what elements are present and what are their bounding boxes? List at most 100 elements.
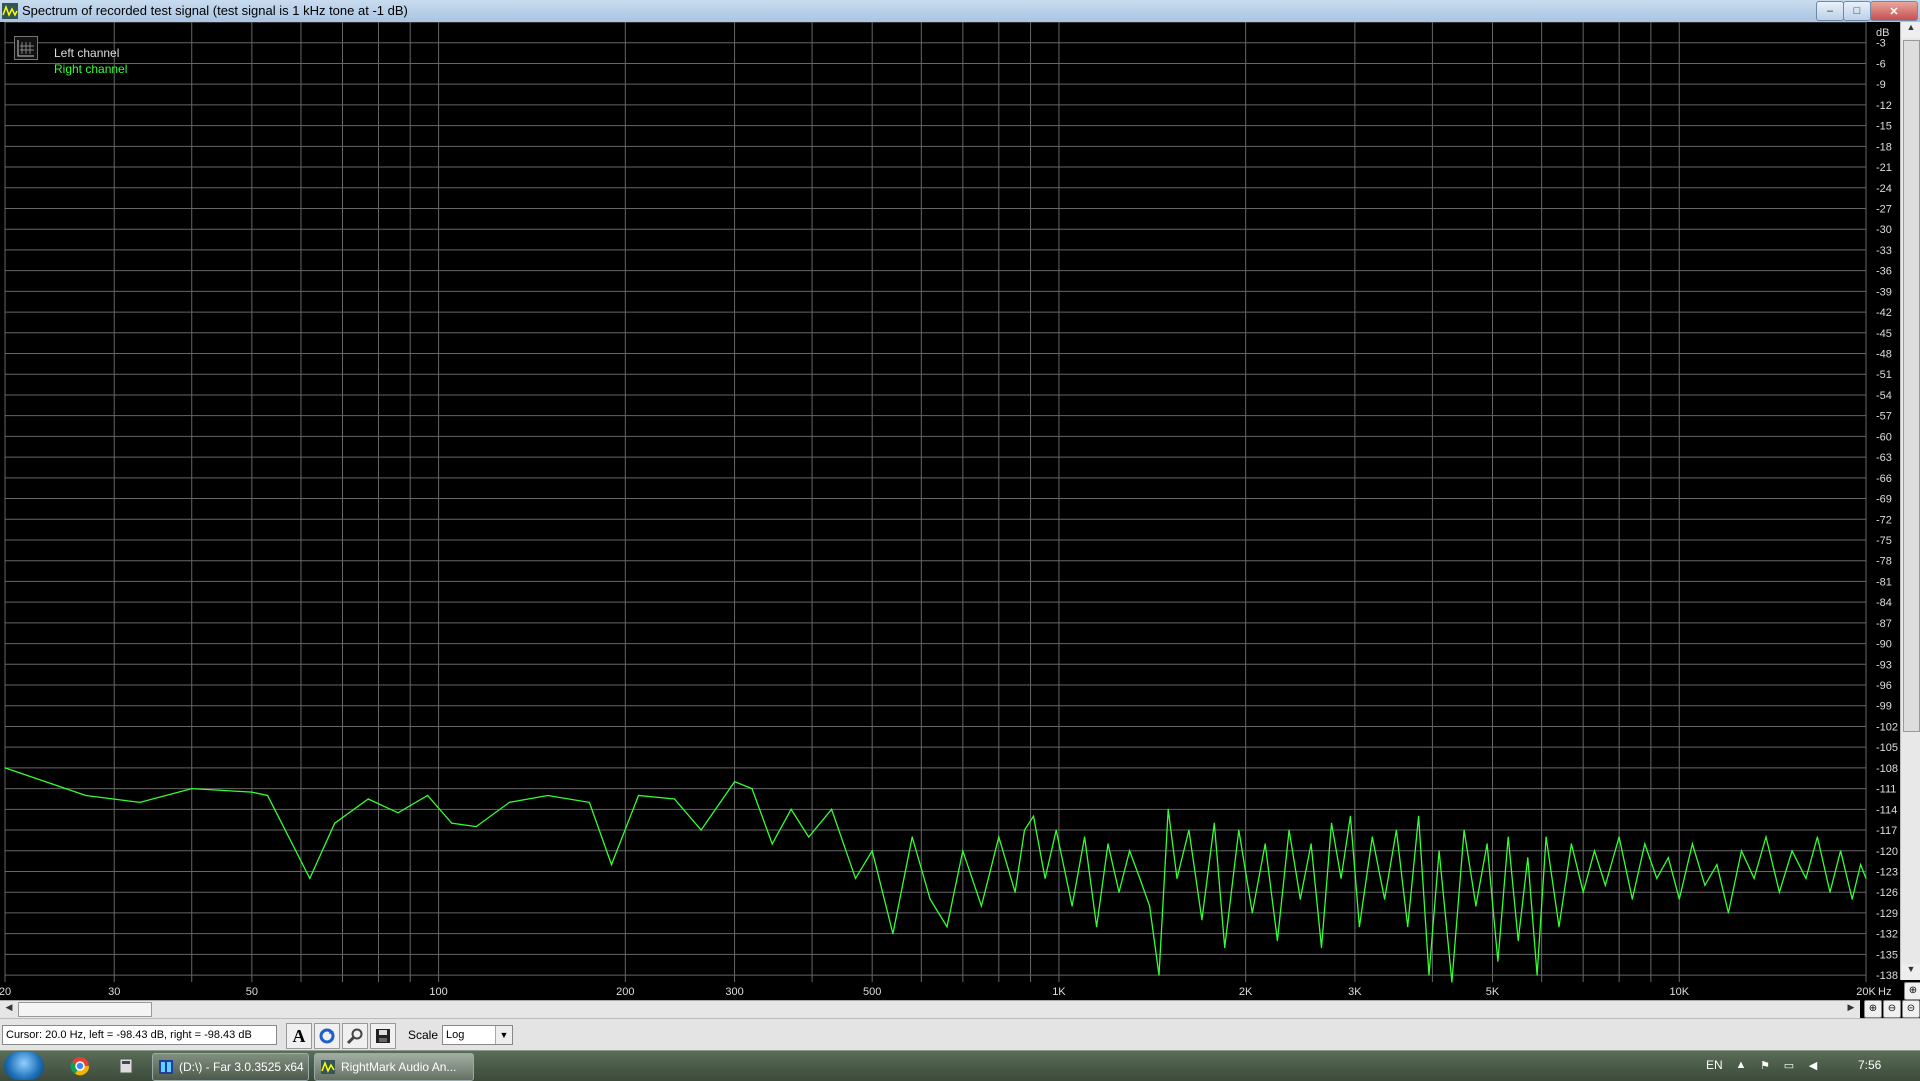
close-button[interactable]: ✕: [1870, 1, 1918, 21]
data-point: [1418, 815, 1420, 817]
magnifier-icon[interactable]: [342, 1023, 368, 1049]
y-tick-label: -93: [1876, 659, 1892, 671]
horizontal-scrollbar[interactable]: ◀ ▶: [0, 1000, 1860, 1018]
font-icon[interactable]: A: [286, 1023, 312, 1049]
taskbar: (D:\) - Far 3.0.3525 x64 RightMark Audio…: [0, 1050, 1920, 1081]
data-point: [475, 826, 477, 828]
data-point: [1631, 898, 1633, 900]
data-point: [1371, 836, 1373, 838]
zoom-in-icon[interactable]: ⊕: [1864, 1000, 1882, 1018]
data-point: [1310, 843, 1312, 845]
data-point: [1238, 829, 1240, 831]
y-tick-label: -63: [1876, 452, 1892, 464]
calculator-icon[interactable]: [116, 1056, 136, 1076]
x-tick-label: 2K: [1239, 986, 1253, 998]
vertical-scrollbar[interactable]: ▲ ▼: [1900, 22, 1920, 980]
data-point: [1276, 940, 1278, 942]
y-tick-label: -27: [1876, 203, 1892, 215]
y-tick-label: -129: [1876, 908, 1898, 920]
zoom-y-icon[interactable]: ⊕: [1904, 982, 1920, 1000]
save-icon[interactable]: [370, 1023, 396, 1049]
data-point: [1486, 843, 1488, 845]
data-point: [1497, 960, 1499, 962]
y-tick-label: -105: [1876, 742, 1898, 754]
data-point: [1264, 843, 1266, 845]
language-indicator[interactable]: EN: [1706, 1058, 1723, 1072]
y-tick-label: -72: [1876, 514, 1892, 526]
data-point: [1428, 974, 1430, 976]
taskbar-item-label: (D:\) - Far 3.0.3525 x64: [179, 1060, 304, 1074]
data-point: [1188, 829, 1190, 831]
data-point: [1582, 891, 1584, 893]
zoom-out-icon[interactable]: ⊖: [1883, 1000, 1901, 1018]
refresh-icon[interactable]: [314, 1023, 340, 1049]
vertical-scroll-thumb[interactable]: [1903, 40, 1920, 732]
data-point: [1084, 836, 1086, 838]
scroll-left-arrow-icon[interactable]: ◀: [2, 1002, 16, 1017]
data-point: [1860, 864, 1862, 866]
y-tick-label: -51: [1876, 369, 1892, 381]
data-point: [1320, 946, 1323, 949]
y-tick-label: -48: [1876, 349, 1892, 361]
network-icon[interactable]: ▭: [1782, 1059, 1796, 1073]
start-button[interactable]: [4, 1052, 44, 1080]
chrome-icon[interactable]: [70, 1056, 90, 1076]
spectrum-chart: -3 -6 -9 -12 -15 -18 -21 -24 -27 -30 -33 -36 -39 -42 -…: [0, 22, 1898, 998]
minimize-button[interactable]: –: [1816, 1, 1844, 21]
y-tick-label: -108: [1876, 763, 1898, 775]
zoom-reset-icon[interactable]: ⊝: [1902, 1000, 1920, 1018]
clock[interactable]: 7:56: [1858, 1058, 1881, 1072]
chevron-down-icon[interactable]: ▼: [495, 1026, 512, 1044]
data-point: [1517, 940, 1519, 942]
taskbar-item-far[interactable]: (D:\) - Far 3.0.3525 x64: [152, 1053, 309, 1081]
x-tick-label: 5K: [1486, 986, 1500, 998]
data-point: [1536, 974, 1538, 976]
data-point: [610, 864, 613, 866]
data-point: [1805, 877, 1807, 880]
data-point: [1644, 843, 1646, 845]
data-point: [1032, 815, 1035, 817]
x-tick-label: 500: [863, 986, 881, 998]
y-tick-label: -15: [1876, 121, 1892, 133]
y-tick-label: -24: [1876, 183, 1892, 195]
scroll-up-arrow-icon[interactable]: ▲: [1901, 22, 1920, 38]
data-point: [1716, 864, 1718, 866]
horizontal-scroll-thumb[interactable]: [18, 1002, 152, 1017]
chart-grid-icon[interactable]: [14, 36, 38, 60]
data-point: [1213, 822, 1215, 824]
data-point: [4, 767, 6, 769]
legend-right-channel: Right channel: [54, 62, 128, 76]
volume-icon[interactable]: ◀: [1806, 1059, 1820, 1073]
scroll-down-arrow-icon[interactable]: ▼: [1901, 964, 1920, 980]
data-point: [451, 822, 453, 824]
scroll-right-arrow-icon[interactable]: ▶: [1844, 1002, 1858, 1017]
data-point: [1167, 808, 1169, 810]
data-point: [1107, 843, 1109, 845]
y-tick-label: -45: [1876, 328, 1892, 340]
data-point: [1851, 898, 1853, 900]
data-point: [929, 898, 931, 900]
data-point: [998, 836, 1000, 838]
action-center-flag-icon[interactable]: ⚑: [1758, 1059, 1772, 1073]
taskbar-item-rightmark[interactable]: RightMark Audio An...: [314, 1053, 474, 1081]
data-point: [1753, 877, 1755, 880]
data-point: [1570, 843, 1572, 845]
y-tick-label: -6: [1876, 58, 1886, 70]
scale-select[interactable]: Log ▼: [442, 1025, 513, 1045]
x-tick-label: 100: [429, 986, 447, 998]
y-tick-label: -90: [1876, 639, 1892, 651]
data-point: [1545, 836, 1547, 838]
data-point: [1288, 829, 1290, 831]
show-hidden-icons-icon[interactable]: ▲: [1734, 1059, 1748, 1073]
data-point: [397, 812, 399, 814]
data-point: [1340, 877, 1342, 880]
y-tick-label: -117: [1876, 825, 1897, 837]
data-point: [1349, 815, 1351, 817]
x-tick-label: 10K: [1669, 986, 1689, 998]
spectrum-plot[interactable]: -3 -6 -9 -12 -15 -18 -21 -24 -27 -30 -33 -36 -39 -42 -…: [0, 22, 1920, 1022]
data-point: [427, 794, 429, 797]
data-point: [1507, 836, 1509, 838]
maximize-button[interactable]: □: [1843, 1, 1871, 21]
data-point: [1438, 850, 1440, 852]
y-tick-label: -9: [1876, 79, 1886, 91]
